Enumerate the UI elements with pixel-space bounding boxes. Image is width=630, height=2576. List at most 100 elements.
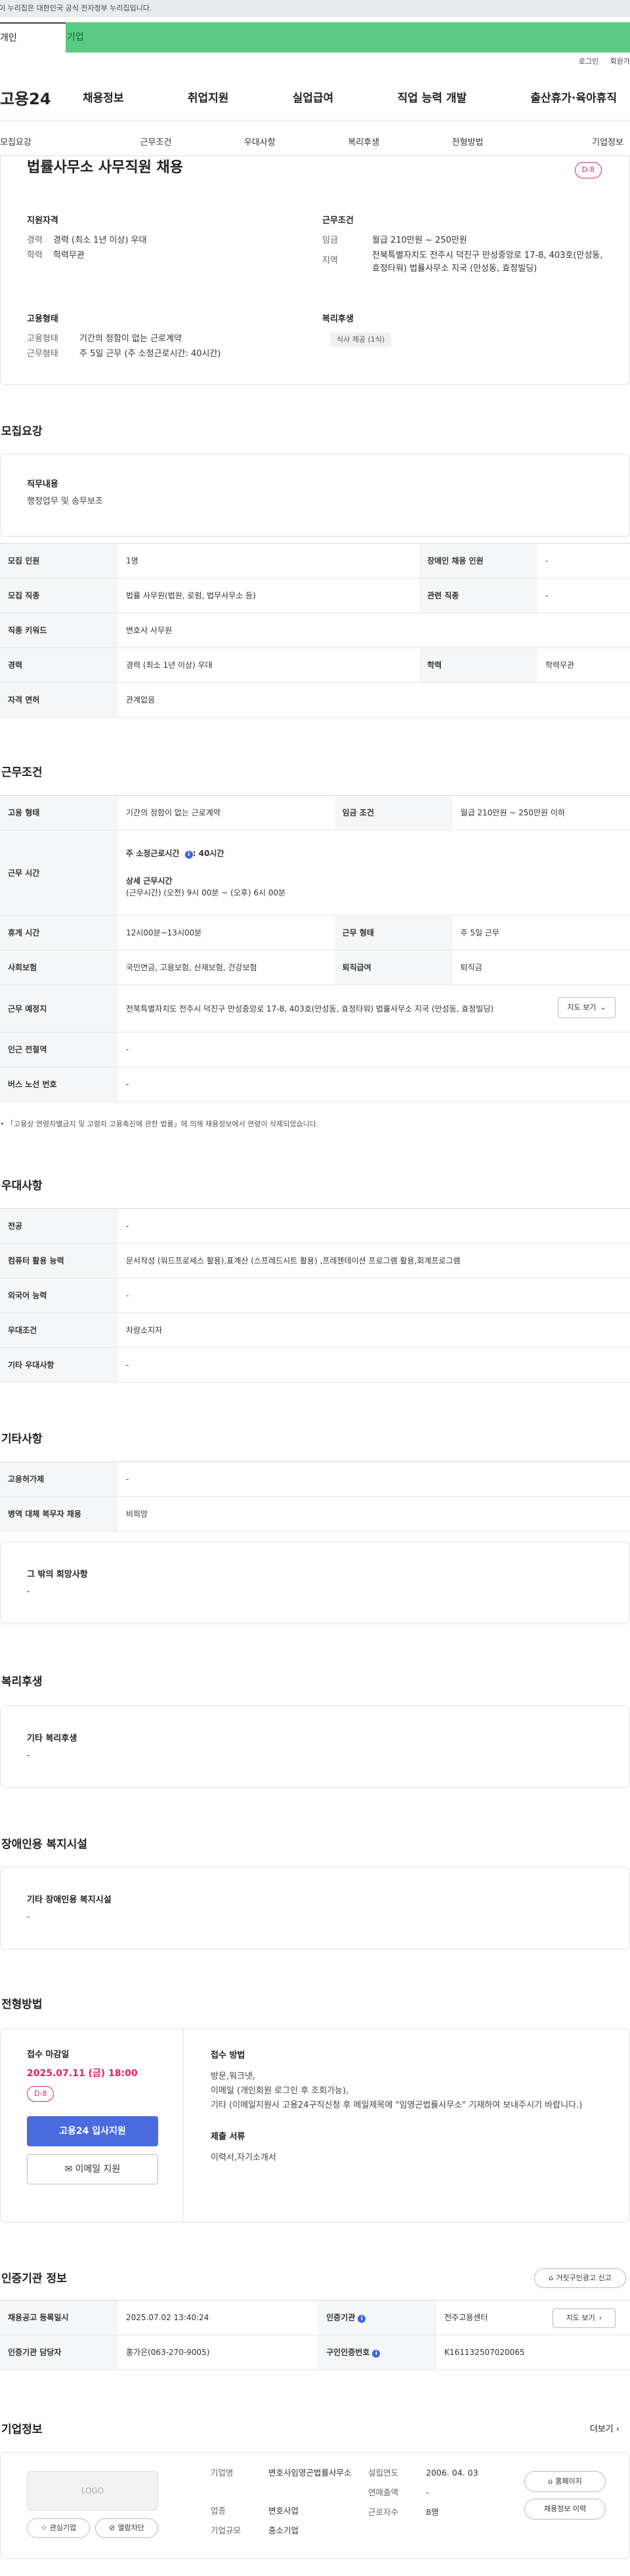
site-logo[interactable]: 고용24	[0, 87, 63, 111]
chevron-down-icon: ⌄	[600, 1002, 606, 1012]
table-row: 직종 키워드 변호사 사무원	[0, 613, 630, 648]
docs-title: 제출 서류	[211, 2132, 245, 2142]
gov-banner: 이 누리집은 대한민국 공식 전자정부 누리집입니다.	[0, 0, 630, 17]
gnb-item-employment-support[interactable]: 취업지원	[188, 91, 229, 108]
gnb-item-parental-leave[interactable]: 출산휴가·육아휴직	[530, 91, 617, 108]
cell-header: 근무 시간	[0, 830, 118, 916]
cell-header: 채용공고 등록일시	[0, 2300, 118, 2335]
disabled-title: 기타 장애인용 복지시설	[27, 1895, 112, 1905]
cell-header: 고용허가제	[0, 1462, 118, 1497]
block-view-button[interactable]: ⊘ 열람차단	[95, 2518, 158, 2538]
section-nav-welfare[interactable]: 복리후생	[312, 136, 415, 150]
map-button[interactable]: 지도 보기 ⌄	[558, 997, 616, 1018]
gnb-item-training[interactable]: 직업 능력 개발	[397, 91, 467, 108]
cell-header: 관련 직종	[419, 578, 537, 613]
table-row: 우대조건 차량소지자	[0, 1313, 630, 1348]
cond-wage-value: 월급 210만원 ~ 250만원	[372, 235, 467, 245]
sales-value: -	[426, 2487, 429, 2497]
info-icon[interactable]: i	[184, 850, 193, 859]
cell-value: -	[118, 1067, 630, 1102]
cond-region-value: 전북특별자치도 전주시 덕진구 만성중앙로 17-8, 403호(만성동, 효정…	[372, 251, 603, 274]
bullet-icon: •	[0, 1120, 7, 1128]
job-history-label: 채용정보 이력	[543, 2504, 587, 2513]
cell-value: -	[537, 578, 630, 613]
cell-value: -	[118, 1208, 630, 1244]
qualification-heading: 지원자격	[27, 216, 58, 226]
cell-value: 비희망	[118, 1496, 630, 1532]
cell-header: 컴퓨터 활용 능력	[0, 1243, 118, 1278]
tab-person-label: 개인	[0, 32, 17, 43]
table-row: 버스 노선 번호 -	[0, 1067, 630, 1102]
info-icon[interactable]: i	[372, 2350, 381, 2358]
table-row: 기타 우대사항 -	[0, 1347, 630, 1383]
table-row: 전공 -	[0, 1208, 630, 1244]
cell-header: 외국어 능력	[0, 1278, 118, 1313]
weekly-hours-value: : 40시간	[192, 848, 224, 858]
cell-header: 우대조건	[0, 1313, 118, 1348]
qual-education-value: 학력무관	[53, 251, 85, 260]
email-apply-button[interactable]: ✉ 이메일 지원	[27, 2154, 158, 2184]
cell-value: -	[118, 1462, 630, 1497]
cell-header: 인증기관 담당자	[0, 2335, 118, 2370]
section-nav-process[interactable]: 전형방법	[415, 136, 519, 150]
info-icon[interactable]: i	[358, 2315, 366, 2323]
company-more-link[interactable]: 더보기 ›	[590, 2423, 620, 2436]
method-line: 이메일 (개인회원 로그인 후 조회가능),	[211, 2086, 349, 2096]
cell-header: 퇴직급여	[334, 950, 453, 985]
cell-header: 장애인 채용 인원	[419, 543, 537, 579]
cell-header: 구인인증번호 i	[318, 2335, 437, 2370]
report-fake-ad-button[interactable]: ⌂ 거짓구인광고 신고	[534, 2268, 626, 2288]
qual-education: 학력 학력무관	[27, 249, 283, 262]
favorite-company-button[interactable]: ☆ 관심기업	[27, 2518, 90, 2538]
cond-wage-key: 임금	[322, 235, 338, 245]
global-nav: 고용24 채용정보 취업지원 실업급여 직업 능력 개발 출산휴가·육아휴직	[0, 77, 630, 121]
employees-key: 근로자수	[368, 2507, 399, 2517]
homepage-button[interactable]: ⌂ 홈페이지	[524, 2471, 606, 2492]
cell-value: 법률 사무원(법원, 로펌, 법무사무소 등)	[118, 578, 419, 613]
util-links: 로그인 회원가	[579, 56, 630, 68]
gov-banner-text: 이 누리집은 대한민국 공식 전자정부 누리집입니다.	[0, 4, 152, 12]
company-heading: 기업정보	[1, 2423, 43, 2436]
cell-header: 버스 노선 번호	[0, 1067, 118, 1102]
join-link[interactable]: 회원가	[610, 57, 630, 66]
detail-hours-value: (근무시간) (오전) 9시 00분 ~ (오후) 6시 00분	[126, 888, 286, 897]
cell-value: 변호사 사무원	[118, 613, 630, 648]
table-row: 근무 예정지 전북특별자치도 전주시 덕진구 만성중앙로 17-8, 403호(…	[0, 985, 630, 1032]
job-history-button[interactable]: 채용정보 이력	[524, 2499, 606, 2520]
cell-value: -	[537, 543, 630, 579]
apply-button[interactable]: 고용24 입사지원	[27, 2116, 158, 2146]
conditions-heading: 근무조건	[322, 216, 354, 226]
age-notice: • 「고용상 연령차별금지 및 고령자 고용촉진에 관한 법률」에 의해 채용정…	[0, 1113, 630, 1137]
gnb-item-jobs[interactable]: 채용정보	[83, 91, 124, 108]
established-value: 2006. 04. 03	[426, 2468, 478, 2478]
weekly-hours-label: 주 소정근로시간	[126, 848, 180, 858]
section-nav-recruit[interactable]: 모집요강	[0, 136, 104, 150]
cert-map-button[interactable]: 지도 보기 ›	[553, 2308, 616, 2328]
method-title: 접수 방법	[211, 2051, 245, 2060]
cell-value: 주 5일 근무	[452, 915, 630, 951]
welfare-summary-heading: 복리후생	[322, 314, 354, 324]
cell-value: -	[118, 1347, 630, 1383]
emp-type-key: 고용형태	[27, 333, 58, 344]
table-row: 사회보험 국민연금, 고용보험, 산재보험, 건강보험 퇴직급여 퇴직금	[0, 950, 630, 985]
tab-person[interactable]: 개인	[0, 22, 66, 52]
cell-header: 학력	[419, 647, 537, 683]
section-nav-company[interactable]: 기업정보	[520, 136, 623, 150]
emp-type-value: 기간의 정함이 없는 근로계약	[79, 333, 182, 344]
tab-business[interactable]: 기업	[66, 22, 630, 52]
etc-table: 고용허가제 - 병역 대체 복무자 채용 비희망	[0, 1462, 630, 1532]
section-nav-preference[interactable]: 우대사항	[208, 136, 312, 150]
employment-heading: 고용형태	[27, 314, 58, 324]
work-place-address: 전북특별자치도 전주시 덕진구 만성중앙로 17-8, 403호(만성동, 효정…	[126, 1004, 494, 1013]
welfare-box: 기타 복리후생 -	[0, 1706, 630, 1788]
gnb-item-unemployment[interactable]: 실업급여	[293, 91, 334, 108]
qual-education-key: 학력	[27, 251, 43, 260]
cell-value: K161132507020065	[436, 2335, 630, 2370]
section-nav-conditions[interactable]: 근무조건	[104, 136, 207, 150]
cell-header: 모집 인원	[0, 543, 118, 579]
cert-org-value: 전주고용센터	[444, 2313, 488, 2322]
login-link[interactable]: 로그인	[579, 57, 598, 66]
welfare-title: 기타 복리후생	[27, 1734, 77, 1744]
deadline-title: 접수 마감일	[27, 2050, 70, 2060]
deadline-block: 접수 마감일 2025.07.11 (금) 18:00 D-8 고용24 입사지…	[27, 2049, 184, 2184]
